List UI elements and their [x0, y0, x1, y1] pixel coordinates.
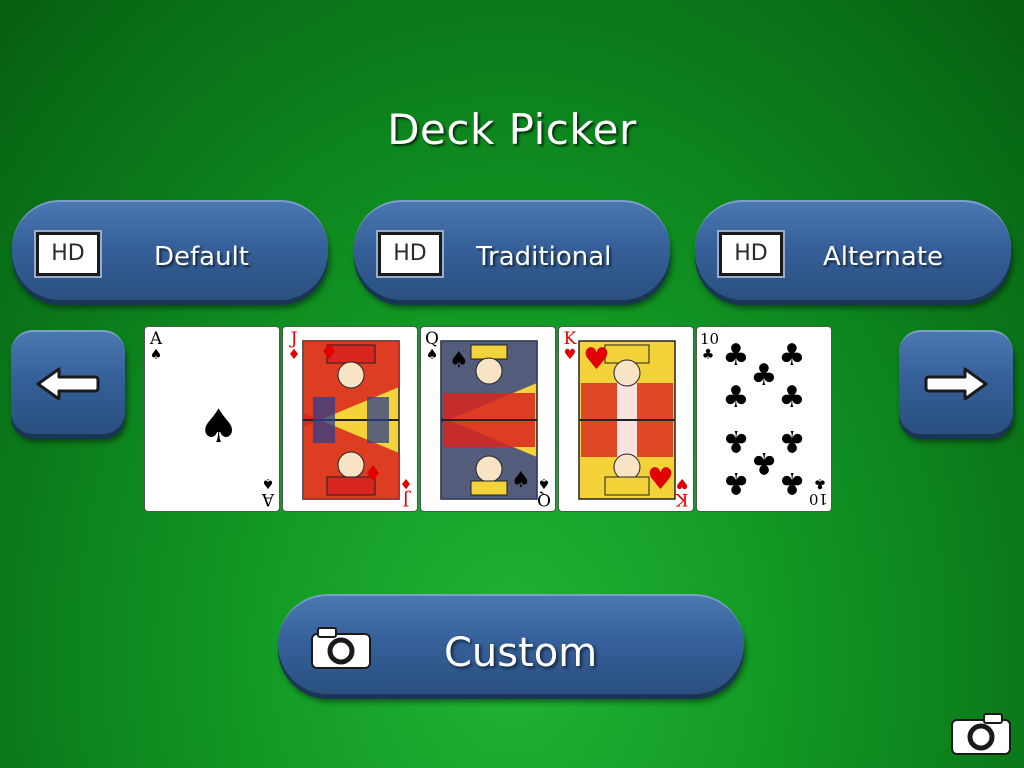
arrow-left-icon [36, 367, 100, 401]
club-icon: ♣ [750, 358, 778, 393]
next-deck-button[interactable] [899, 330, 1013, 434]
club-icon: ♣ [778, 338, 806, 373]
club-icon: ♣ [778, 465, 806, 500]
previous-deck-button[interactable] [11, 330, 125, 434]
spade-icon: ♠ [537, 475, 551, 491]
club-icon: ♣ [750, 445, 778, 480]
card-jack-of-diamonds: J ♦ J ♦ [282, 326, 418, 512]
card-rank: 10 [808, 490, 828, 508]
svg-text:♥: ♥ [583, 342, 610, 377]
club-icon: ♣ [722, 423, 750, 458]
diamond-icon: ♦ [399, 475, 413, 491]
default-deck-button[interactable]: HD Default [12, 200, 328, 300]
club-icon: ♣ [701, 347, 715, 363]
hd-badge: HD [376, 230, 444, 278]
card-rank: A [261, 489, 275, 509]
traditional-deck-button[interactable]: HD Traditional [354, 200, 670, 300]
card-rank: K [675, 489, 689, 509]
spade-icon: ♠ [198, 399, 240, 453]
card-rank: Q [537, 489, 551, 509]
club-icon: ♣ [722, 380, 750, 415]
hd-badge: HD [717, 230, 785, 278]
card-king-of-hearts: ♥ ♥ K ♥ K ♥ [558, 326, 694, 512]
card-rank: A [149, 329, 163, 349]
alternate-deck-label: Alternate [823, 242, 944, 272]
camera-icon [311, 627, 371, 669]
camera-icon[interactable] [950, 712, 1012, 756]
card-rank: Q [425, 329, 439, 349]
spade-icon: ♠ [425, 347, 439, 363]
club-icon: ♣ [722, 338, 750, 373]
card-ten-of-clubs: 10 ♣ ♣ ♣ ♣ ♣ ♣ ♣ ♣ ♣ ♣ ♣ 10 ♣ [696, 326, 832, 512]
heart-icon: ♥ [675, 475, 689, 491]
card-ace-of-spades: A ♠ ♠ A ♠ [144, 326, 280, 512]
card-queen-of-spades: ♠ ♠ Q ♠ Q ♠ [420, 326, 556, 512]
spade-icon: ♠ [149, 347, 163, 363]
custom-deck-label: Custom [444, 630, 598, 676]
page-title: Deck Picker [387, 105, 637, 154]
svg-text:♠: ♠ [511, 468, 531, 493]
heart-icon: ♥ [563, 347, 577, 363]
arrow-right-icon [924, 367, 988, 401]
club-icon: ♣ [778, 423, 806, 458]
spade-icon: ♠ [261, 475, 275, 491]
club-icon: ♣ [722, 465, 750, 500]
card-rank: J [402, 489, 410, 509]
card-rank: J [290, 329, 298, 349]
traditional-deck-label: Traditional [476, 242, 612, 272]
club-icon: ♣ [778, 380, 806, 415]
club-icon: ♣ [813, 475, 827, 491]
diamond-icon: ♦ [287, 347, 301, 363]
alternate-deck-button[interactable]: HD Alternate [695, 200, 1011, 300]
default-deck-label: Default [154, 242, 249, 272]
svg-text:♠: ♠ [449, 348, 469, 373]
card-rank: K [563, 329, 577, 349]
card-rank: 10 [700, 330, 720, 348]
svg-text:♥: ♥ [647, 462, 674, 497]
custom-deck-button[interactable]: Custom [278, 594, 744, 694]
hd-badge: HD [34, 230, 102, 278]
